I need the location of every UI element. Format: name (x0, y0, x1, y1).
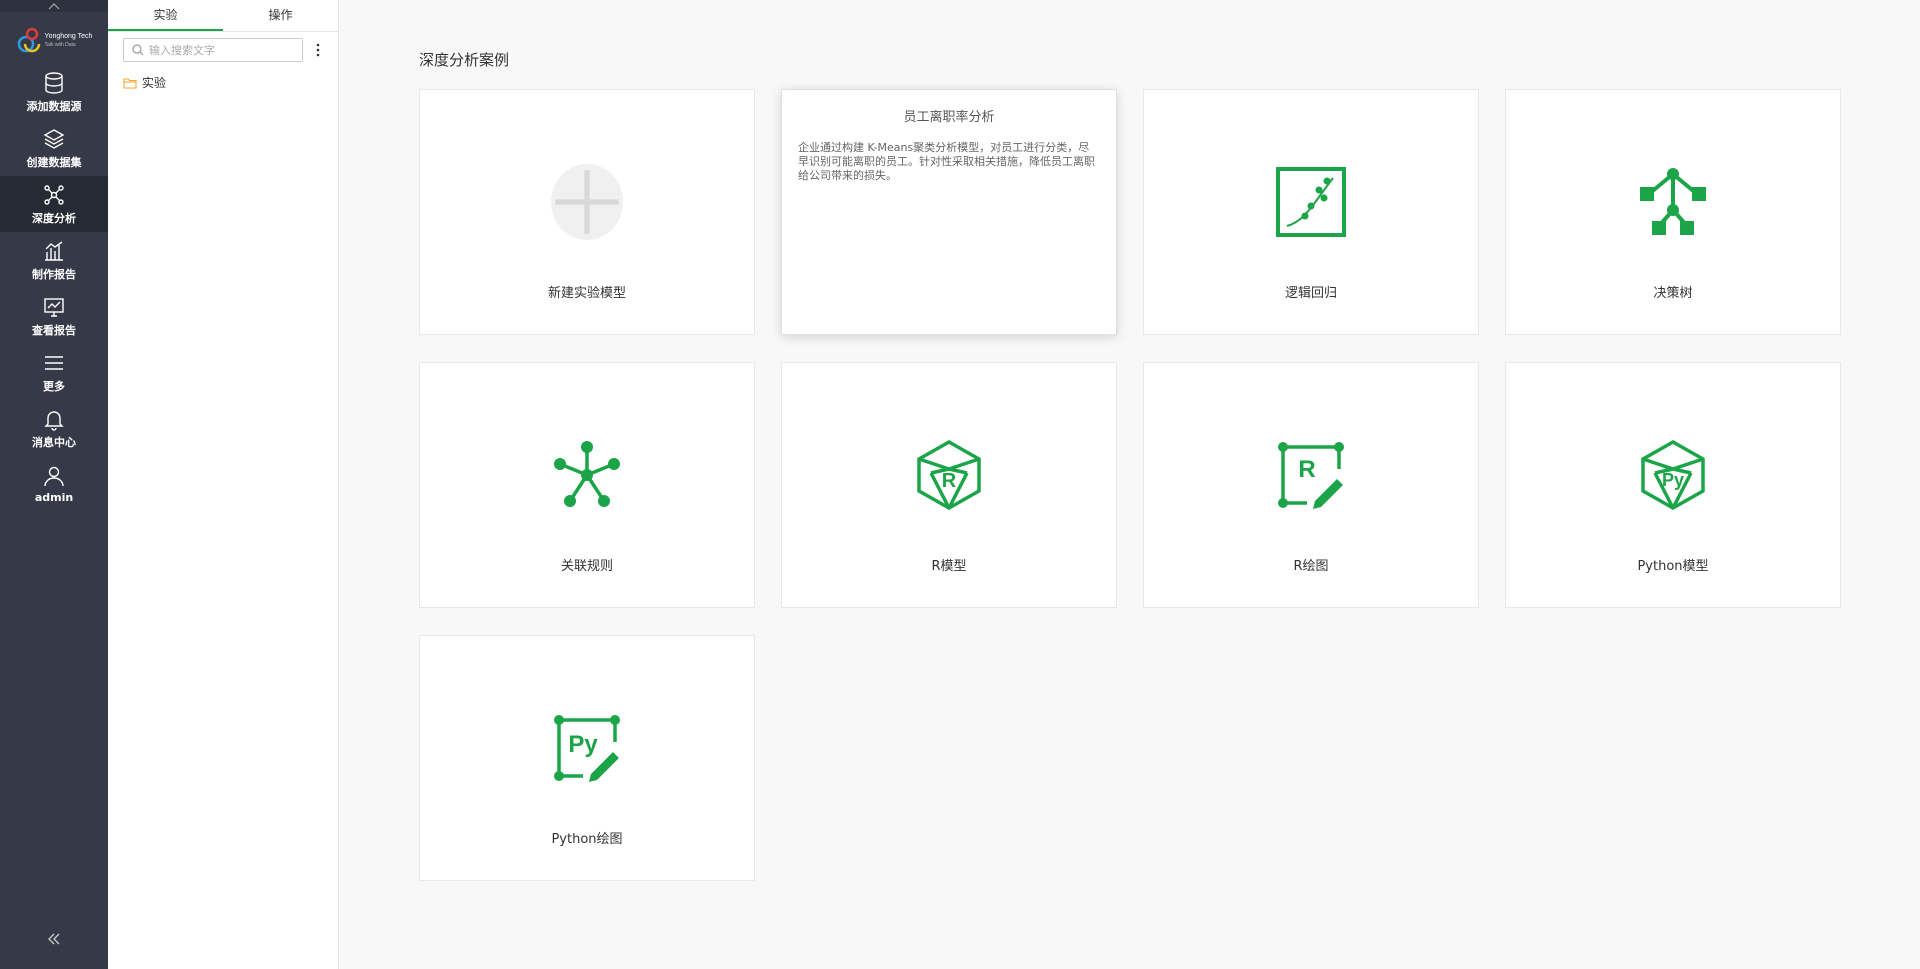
search-row (108, 32, 338, 62)
search-input[interactable] (149, 43, 294, 57)
card-icon (1275, 166, 1347, 238)
nav-item-more[interactable]: 更多 (0, 344, 108, 400)
nav-item-deep-analysis[interactable]: 深度分析 (0, 176, 108, 232)
card-icon: Py (551, 712, 623, 784)
card-decision-tree[interactable]: 决策树 (1505, 89, 1841, 335)
python-plot-icon: Py (554, 715, 620, 782)
card-label: R绘图 (1293, 559, 1329, 574)
card-icon (551, 164, 623, 240)
svg-text:Py: Py (1662, 470, 1684, 490)
card-association-rule[interactable]: 关联规则 (419, 362, 755, 608)
card-logistic-regression[interactable]: 逻辑回归 (1143, 89, 1479, 335)
tree-panel: 实验 操作 实验 (108, 0, 339, 969)
card-label: 逻辑回归 (1284, 286, 1337, 301)
nav-item-create-dataset[interactable]: 创建数据集 (0, 120, 108, 176)
search-box (123, 38, 303, 62)
nav-item-user[interactable]: admin (0, 456, 108, 512)
user-icon (44, 466, 64, 487)
r-model-icon: R (917, 439, 981, 511)
tree-item-label: 实验 (142, 76, 167, 90)
database-icon (45, 71, 63, 94)
r-plot-icon: R (1278, 442, 1344, 509)
nav-label: 创建数据集 (26, 155, 82, 169)
nav-label: 深度分析 (32, 211, 76, 225)
page-title: 深度分析案例 (419, 51, 510, 69)
card-label: 关联规则 (560, 559, 613, 574)
search-icon (132, 44, 144, 56)
collapse-up-button[interactable] (0, 0, 108, 12)
card-icon (1637, 166, 1709, 238)
association-rule-icon (554, 441, 620, 507)
card-label: 决策树 (1653, 286, 1693, 301)
card-icon: R (1275, 439, 1347, 511)
nav-item-add-datasource[interactable]: 添加数据源 (0, 64, 108, 120)
logistic-regression-icon (1276, 167, 1346, 237)
svg-text:Py: Py (568, 731, 598, 758)
network-icon (44, 184, 64, 205)
logo-brand: Yonghong Tech (44, 33, 93, 40)
svg-text:R: R (942, 470, 957, 492)
nav-label: 制作报告 (32, 267, 76, 281)
card-new-experiment[interactable]: 新建实验模型 (419, 89, 755, 335)
logo-text: Yonghong Tech Talk with Data (45, 33, 93, 49)
svg-text:R: R (1298, 456, 1315, 483)
bell-icon (44, 410, 64, 431)
nav-label: 添加数据源 (26, 99, 82, 113)
plus-icon (551, 164, 623, 240)
case-grid: 新建实验模型 员工离职率分析 企业通过构建 K-Means聚类分析模型，对员工进… (419, 89, 1841, 881)
tree-item-experiment-folder[interactable]: 实验 (108, 62, 338, 91)
more-options-button[interactable] (313, 40, 323, 60)
nav-item-view-report[interactable]: 查看报告 (0, 288, 108, 344)
nav-item-make-report[interactable]: 制作报告 (0, 232, 108, 288)
main-content: 深度分析案例 新建实验模型 员工离职率分析 企业通过构建 K-Means聚类分析… (339, 0, 1920, 969)
card-r-plot[interactable]: R R绘图 (1143, 362, 1479, 608)
double-chevron-left-icon (48, 933, 60, 945)
monitor-chart-icon (44, 297, 64, 317)
folder-icon (123, 77, 137, 89)
yonghong-logo-icon (17, 27, 40, 53)
case-description: 企业通过构建 K-Means聚类分析模型，对员工进行分类，尽早识别可能离职的员工… (798, 141, 1095, 182)
nav-label: 消息中心 (32, 435, 76, 449)
nav-label: 更多 (43, 379, 65, 393)
panel-tabs: 实验 操作 (108, 0, 338, 32)
card-employee-attrition[interactable]: 员工离职率分析 企业通过构建 K-Means聚类分析模型，对员工进行分类，尽早识… (781, 89, 1117, 335)
nav-label: admin (34, 491, 74, 504)
case-title: 员工离职率分析 (903, 110, 995, 125)
card-icon: Py (1637, 439, 1709, 511)
nav-item-message-center[interactable]: 消息中心 (0, 400, 108, 456)
card-label: R模型 (931, 559, 967, 574)
python-model-icon: Py (1641, 439, 1705, 511)
card-label: Python绘图 (551, 832, 623, 847)
tab-operation[interactable]: 操作 (223, 0, 338, 31)
main-nav: Yonghong Tech Talk with Data 添加数据源 创建数据集… (0, 0, 108, 969)
decision-tree-icon (1640, 168, 1706, 235)
card-icon (551, 439, 623, 511)
vertical-dots-icon (316, 43, 320, 57)
card-label: Python模型 (1637, 559, 1709, 574)
menu-icon (45, 355, 63, 370)
card-label: 新建实验模型 (547, 286, 626, 301)
layers-icon (43, 128, 65, 149)
collapse-nav-button[interactable] (0, 930, 108, 949)
tab-experiment[interactable]: 实验 (108, 0, 223, 31)
card-r-model[interactable]: R R模型 (781, 362, 1117, 608)
card-icon: R (913, 439, 985, 511)
logo: Yonghong Tech Talk with Data (0, 12, 108, 64)
bar-chart-icon (45, 240, 63, 261)
logo-tagline: Talk with Data (44, 42, 76, 48)
chevron-up-icon (48, 3, 60, 10)
card-python-model[interactable]: Py Python模型 (1505, 362, 1841, 608)
card-python-plot[interactable]: Py Python绘图 (419, 635, 755, 881)
nav-label: 查看报告 (32, 323, 76, 337)
